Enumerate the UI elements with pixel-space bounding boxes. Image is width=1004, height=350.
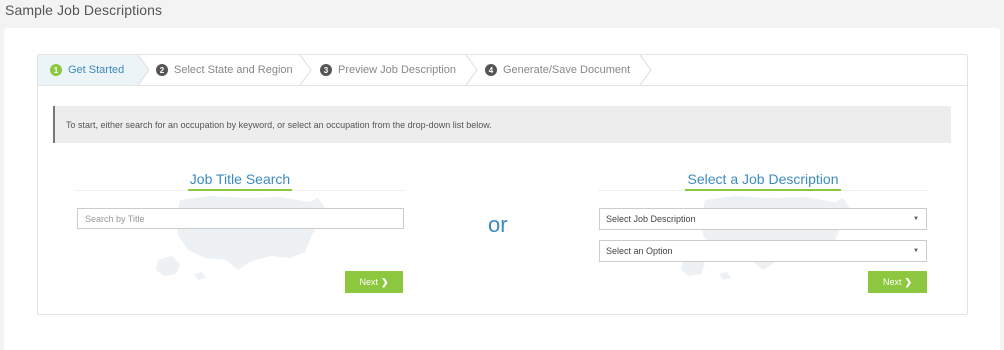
heading-underline (685, 189, 841, 191)
instruction-text: To start, either search for an occupatio… (66, 119, 492, 130)
wizard-steps: 1 Get Started 2 Select State and Region … (38, 55, 967, 86)
chevron-right-icon: ❯ (904, 276, 913, 287)
page-title: Sample Job Descriptions (5, 2, 163, 18)
right-next-button[interactable]: Next ❯ (868, 271, 927, 293)
chevron-right-icon: ❯ (380, 276, 389, 287)
step-select-state[interactable]: 2 Select State and Region (156, 55, 293, 85)
step-generate[interactable]: 4 Generate/Save Document (485, 55, 630, 85)
search-by-title-input[interactable] (77, 208, 404, 229)
instruction-banner: To start, either search for an occupatio… (53, 106, 951, 143)
or-divider: or (488, 212, 508, 237)
next-label: Next (359, 277, 378, 287)
us-map-icon (681, 196, 850, 280)
select-value: Select an Option (606, 246, 673, 256)
select-value: Select Job Description (606, 214, 696, 224)
job-description-select[interactable]: Select Job Description ▼ (599, 208, 927, 230)
select-job-description-heading: Select a Job Description (687, 171, 839, 187)
step-separator-icon (640, 55, 652, 85)
left-next-button[interactable]: Next ❯ (345, 271, 403, 293)
step-label: Preview Job Description (338, 64, 456, 76)
caret-down-icon: ▼ (913, 216, 919, 222)
step-preview[interactable]: 3 Preview Job Description (320, 55, 456, 85)
step-separator-icon (300, 55, 312, 85)
step-number-badge: 1 (50, 64, 62, 76)
step-label: Select State and Region (174, 64, 293, 76)
step-label: Generate/Save Document (503, 64, 631, 76)
step-get-started[interactable]: 1 Get Started (38, 55, 138, 85)
next-label: Next (882, 277, 902, 287)
caret-down-icon: ▼ (913, 248, 919, 254)
step-separator-icon (138, 55, 150, 85)
step-number-badge: 2 (156, 64, 168, 76)
heading-underline (188, 189, 292, 191)
step-number-badge: 4 (485, 64, 497, 76)
step-separator-icon (466, 55, 478, 85)
step-label: Get Started (68, 64, 125, 76)
option-select[interactable]: Select an Option ▼ (599, 240, 927, 262)
us-map-icon (156, 196, 325, 280)
step-number-badge: 3 (320, 64, 332, 76)
job-title-search-heading: Job Title Search (189, 171, 291, 187)
